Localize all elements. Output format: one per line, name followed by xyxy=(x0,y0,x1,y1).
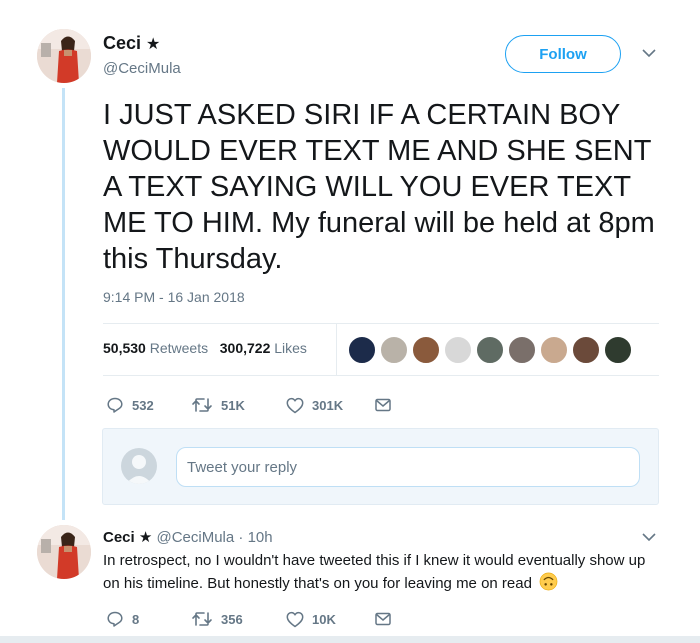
chevron-down-icon[interactable] xyxy=(642,532,656,542)
reply-author-avatar[interactable] xyxy=(37,525,91,579)
retweets-stat[interactable]: 50,530 Retweets xyxy=(103,340,208,356)
divider xyxy=(103,323,659,324)
like-count: 301K xyxy=(312,397,344,413)
reply-text-container: In retrospect, no I wouldn't have tweete… xyxy=(103,550,663,595)
reply-icon xyxy=(107,611,123,627)
liker-avatars xyxy=(348,336,632,364)
likes-label: Likes xyxy=(274,340,307,356)
reply-composer xyxy=(102,428,659,505)
reply-author-name-text: Ceci xyxy=(103,529,135,546)
like-icon xyxy=(286,611,304,627)
reply-icon xyxy=(107,397,123,413)
likes-stat[interactable]: 300,722 Likes xyxy=(220,340,307,356)
reply-header: Ceci ★ @CeciMula · 10h xyxy=(103,528,273,546)
author-name-text: Ceci xyxy=(103,33,142,53)
tweet-text: I JUST ASKED SIRI IF A CERTAIN BOY WOULD… xyxy=(103,99,655,275)
liker-avatar[interactable] xyxy=(444,336,472,364)
star-badge-icon: ★ xyxy=(138,529,153,546)
thread-connector-line xyxy=(62,88,65,520)
upside-down-face-emoji-icon xyxy=(539,572,558,591)
retweet-icon xyxy=(192,612,212,626)
retweet-button[interactable]: 51K xyxy=(191,396,286,414)
tweet-timestamp[interactable]: 9:14 PM - 16 Jan 2018 xyxy=(103,289,245,305)
retweet-button[interactable]: 356 xyxy=(191,610,286,628)
chevron-down-icon[interactable] xyxy=(642,48,656,58)
reply-timestamp[interactable]: 10h xyxy=(248,529,273,546)
retweets-label: Retweets xyxy=(149,340,209,356)
reply-tweet-actions: 8 356 10K xyxy=(106,610,392,628)
section-separator xyxy=(0,636,700,643)
divider xyxy=(103,375,659,376)
follow-button[interactable]: Follow xyxy=(505,35,621,73)
like-count: 10K xyxy=(312,611,336,627)
like-button[interactable]: 301K xyxy=(286,397,374,414)
liker-avatar[interactable] xyxy=(540,336,568,364)
author-handle[interactable]: @CeciMula xyxy=(103,60,181,77)
retweet-count: 356 xyxy=(221,611,243,627)
default-avatar-icon xyxy=(121,448,157,484)
retweet-icon xyxy=(192,398,212,412)
liker-avatar[interactable] xyxy=(380,336,408,364)
direct-message-button[interactable] xyxy=(374,611,392,627)
liker-avatar[interactable] xyxy=(412,336,440,364)
dot-separator: · xyxy=(238,529,244,546)
reply-input[interactable] xyxy=(176,447,640,487)
like-button[interactable]: 10K xyxy=(286,611,374,628)
retweet-count: 51K xyxy=(221,397,245,413)
reply-count: 532 xyxy=(132,397,154,413)
liker-avatar[interactable] xyxy=(604,336,632,364)
author-avatar[interactable] xyxy=(37,29,91,83)
liker-avatar[interactable] xyxy=(508,336,536,364)
like-icon xyxy=(286,397,304,413)
reply-button[interactable]: 8 xyxy=(106,610,191,628)
retweets-count: 50,530 xyxy=(103,340,146,356)
tweet-actions: 532 51K 301K xyxy=(106,396,392,414)
stats-separator xyxy=(336,323,337,375)
direct-message-button[interactable] xyxy=(374,397,392,413)
reply-button[interactable]: 532 xyxy=(106,396,191,414)
direct-message-icon xyxy=(375,398,391,412)
liker-avatar[interactable] xyxy=(348,336,376,364)
liker-avatar[interactable] xyxy=(572,336,600,364)
direct-message-icon xyxy=(375,612,391,626)
star-badge-icon: ★ xyxy=(146,36,161,53)
liker-avatar[interactable] xyxy=(476,336,504,364)
likes-count: 300,722 xyxy=(219,340,271,356)
reply-author-name[interactable]: Ceci ★ xyxy=(103,529,152,546)
author-name[interactable]: Ceci ★ xyxy=(103,33,160,54)
reply-count: 8 xyxy=(132,611,140,627)
reply-text: In retrospect, no I wouldn't have tweete… xyxy=(103,552,646,592)
reply-author-handle[interactable]: @CeciMula xyxy=(156,529,234,546)
engagement-stats: 50,530 Retweets 300,722 Likes xyxy=(103,340,307,356)
